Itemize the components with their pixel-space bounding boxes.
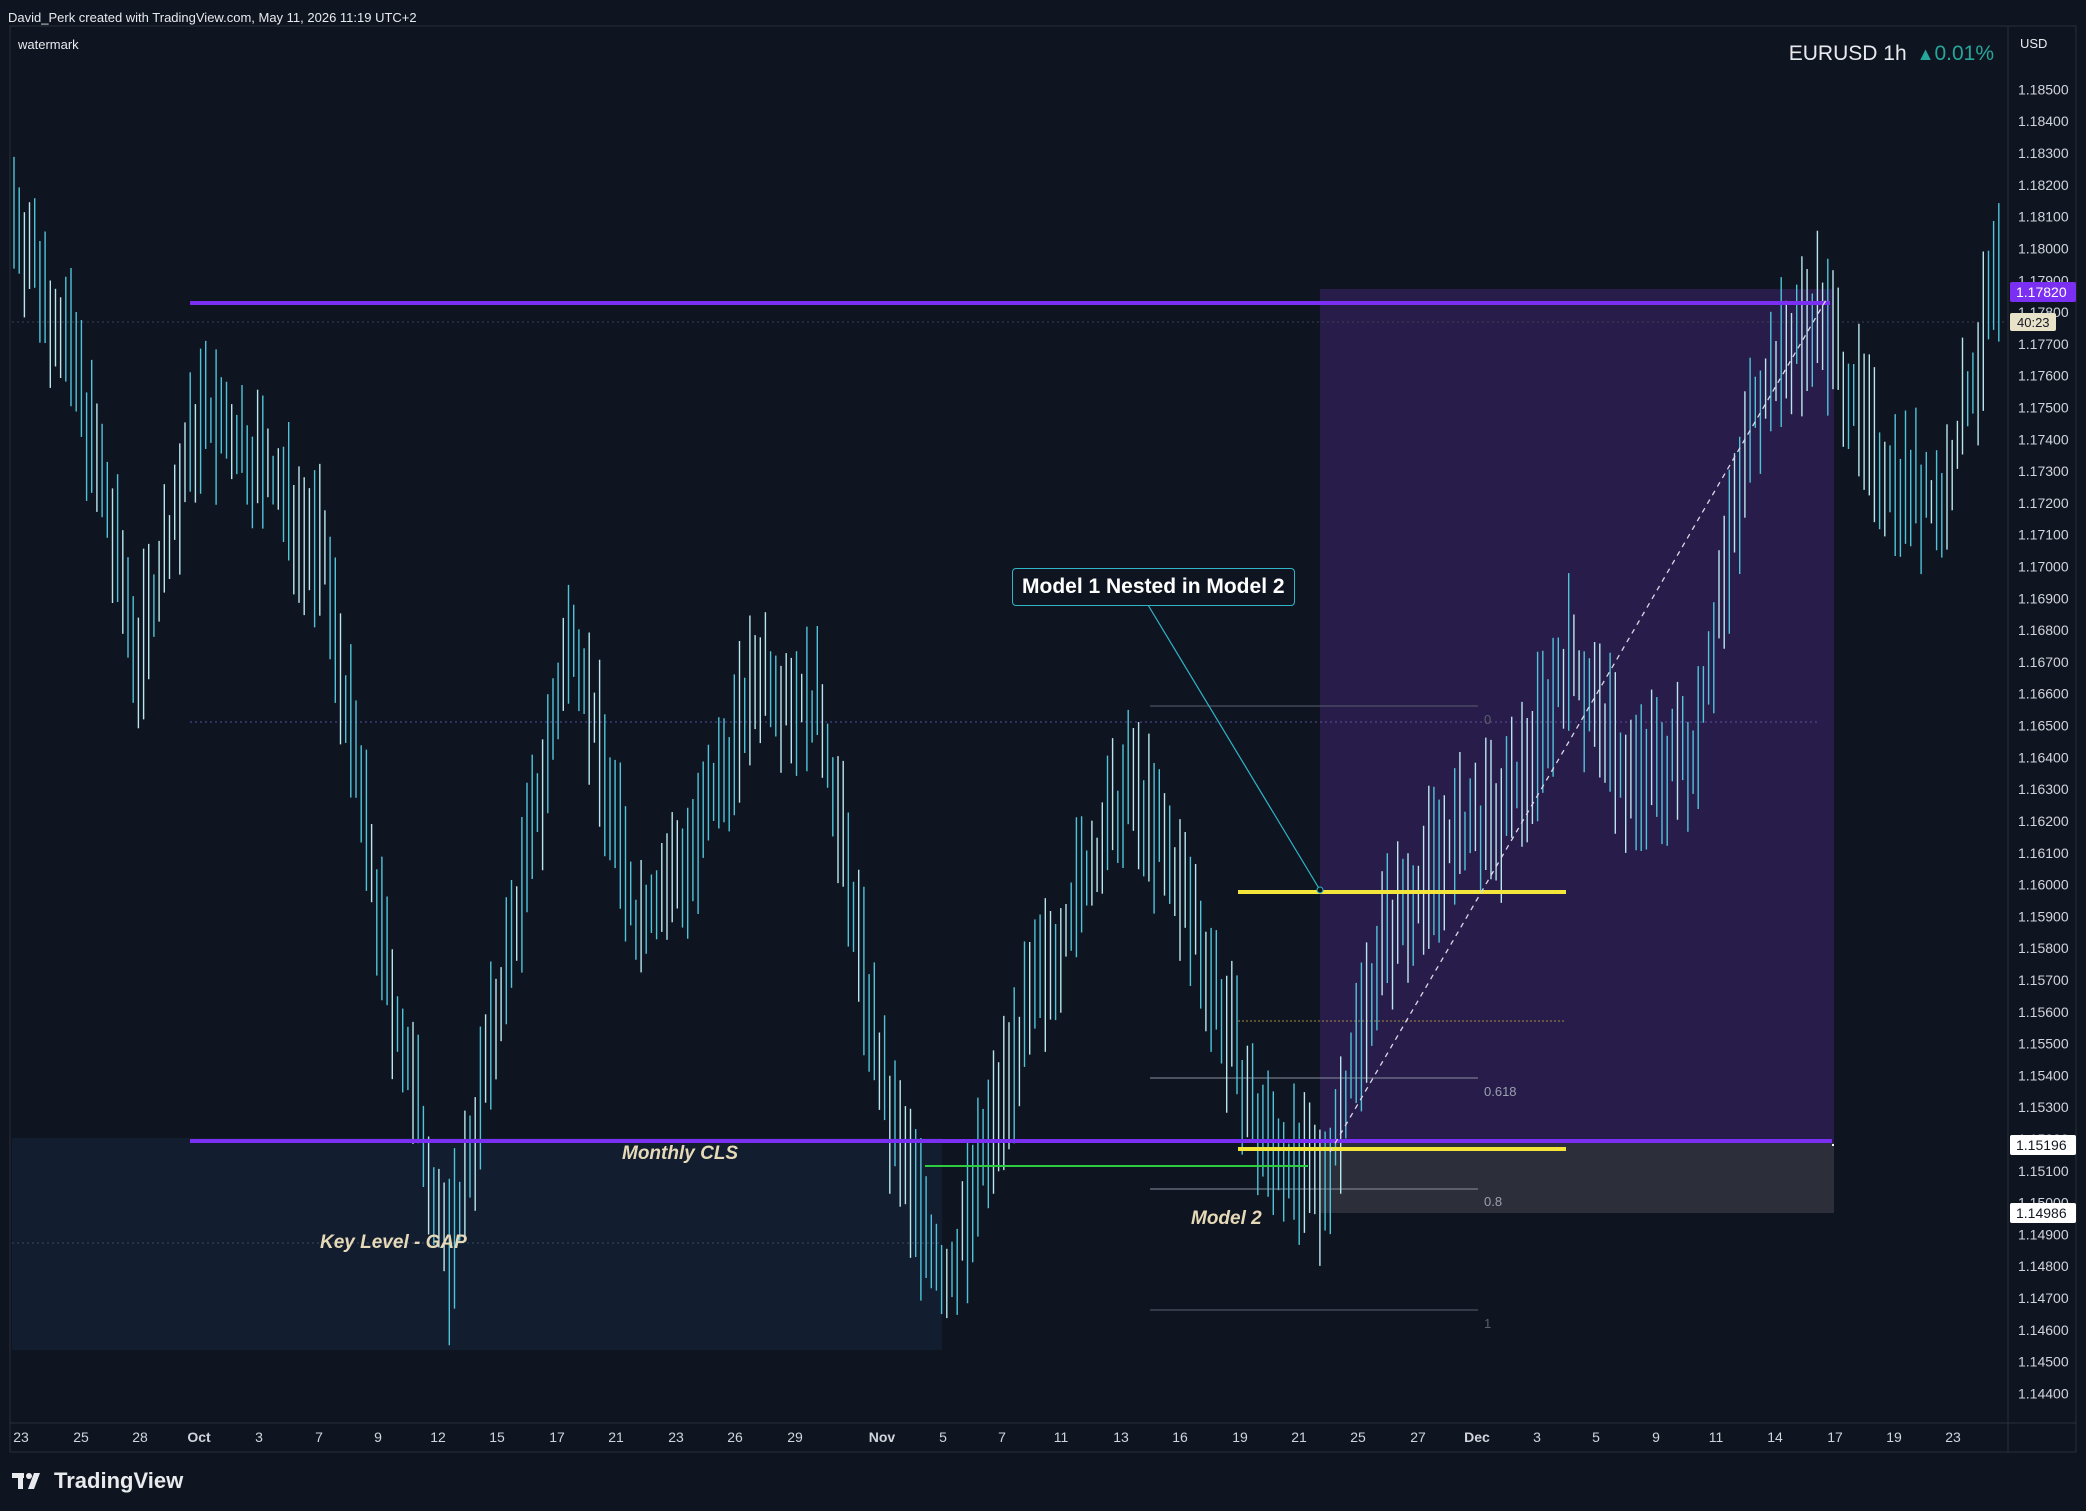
price-tick-label: 1.14700 xyxy=(2018,1290,2069,1306)
time-tick-label: 3 xyxy=(1533,1429,1541,1445)
price-tick-label: 1.17400 xyxy=(2018,431,2069,447)
price-tick-label: 1.17600 xyxy=(2018,368,2069,384)
time-tick-label: 5 xyxy=(1592,1429,1600,1445)
time-tick-label: 25 xyxy=(1350,1429,1366,1445)
time-tick-label: 11 xyxy=(1054,1429,1069,1445)
key-level-label: Key Level - GAP xyxy=(320,1232,467,1253)
price-tick-label: 1.18000 xyxy=(2018,240,2069,256)
price-tick-label: 1.15500 xyxy=(2018,1036,2069,1052)
price-tick-label: 1.16000 xyxy=(2018,877,2069,893)
tradingview-brand[interactable]: TradingView xyxy=(12,1466,183,1496)
time-tick-label: 7 xyxy=(315,1429,323,1445)
price-tick-label: 1.15100 xyxy=(2018,1163,2069,1179)
marker-lower-label: 1.14986 xyxy=(2016,1205,2067,1221)
time-tick-label: 26 xyxy=(727,1429,743,1445)
fib-label-1: 1 xyxy=(1484,1316,1491,1331)
time-tick-label: 29 xyxy=(787,1429,803,1445)
time-tick-label: 7 xyxy=(998,1429,1006,1445)
price-tick-label: 1.17700 xyxy=(2018,336,2069,352)
tradingview-brand-text: TradingView xyxy=(54,1468,184,1493)
price-tick-label: 1.16100 xyxy=(2018,845,2069,861)
time-tick-label: 25 xyxy=(73,1429,89,1445)
price-tick-label: 1.15300 xyxy=(2018,1099,2069,1115)
time-tick-label: 21 xyxy=(608,1429,624,1445)
price-tick-label: 1.17000 xyxy=(2018,559,2069,575)
price-tick-label: 1.16400 xyxy=(2018,749,2069,765)
price-tick-label: 1.16200 xyxy=(2018,813,2069,829)
price-tick-label: 1.15400 xyxy=(2018,1067,2069,1083)
up-triangle-icon: ▲ xyxy=(1916,44,1935,64)
time-tick-label: 21 xyxy=(1291,1429,1307,1445)
currency-label: USD xyxy=(2020,36,2047,51)
current-price-label: 1.17820 xyxy=(2016,284,2067,300)
price-tick-label: 1.16700 xyxy=(2018,654,2069,670)
price-tick-label: 1.16500 xyxy=(2018,718,2069,734)
time-tick-label: 17 xyxy=(549,1429,565,1445)
price-tick-label: 1.17200 xyxy=(2018,495,2069,511)
price-tick-label: 1.18200 xyxy=(2018,177,2069,193)
model2-label: Model 2 xyxy=(1191,1208,1262,1229)
price-tick-label: 1.14500 xyxy=(2018,1354,2069,1370)
price-tick-label: 1.15600 xyxy=(2018,1004,2069,1020)
symbol-change: ▲0.01% xyxy=(1917,42,1994,66)
price-tick-label: 1.14400 xyxy=(2018,1385,2069,1401)
time-tick-label: 23 xyxy=(668,1429,684,1445)
time-tick-label: 9 xyxy=(1652,1429,1660,1445)
price-tick-label: 1.16600 xyxy=(2018,686,2069,702)
time-tick-label: 12 xyxy=(430,1429,446,1445)
time-tick-label: 9 xyxy=(374,1429,382,1445)
fib-label-08: 0.8 xyxy=(1484,1194,1502,1209)
marker-upper-label: 1.15196 xyxy=(2016,1137,2067,1153)
long-position-stop-box xyxy=(1320,1142,1834,1213)
time-tick-label: 28 xyxy=(132,1429,148,1445)
time-tick-label: 16 xyxy=(1172,1429,1188,1445)
price-tick-label: 1.18500 xyxy=(2018,81,2069,97)
time-tick-label: Nov xyxy=(869,1429,896,1445)
price-tick-label: 1.17100 xyxy=(2018,527,2069,543)
time-tick-label: 23 xyxy=(13,1429,29,1445)
time-tick-label: 14 xyxy=(1767,1429,1783,1445)
long-position-target-box xyxy=(1320,289,1834,1142)
price-tick-label: 1.14600 xyxy=(2018,1322,2069,1338)
time-tick-label: 27 xyxy=(1410,1429,1426,1445)
time-tick-label: Dec xyxy=(1464,1429,1490,1445)
price-tick-label: 1.14800 xyxy=(2018,1258,2069,1274)
price-chart[interactable]: 0 0.618 0.8 1 1.18500 1.18400 1.18300 1.18200 1.… xyxy=(0,0,2086,1511)
time-tick-label: 11 xyxy=(1709,1429,1724,1445)
time-tick-label: 15 xyxy=(489,1429,505,1445)
price-tick-label: 1.18300 xyxy=(2018,145,2069,161)
price-tick-label: 1.16900 xyxy=(2018,590,2069,606)
price-tick-label: 1.16800 xyxy=(2018,622,2069,638)
callout-anchor-point xyxy=(1316,886,1324,894)
symbol-legend[interactable]: EURUSD 1h ▲0.01% xyxy=(1789,42,1994,66)
symbol-change-value: 0.01% xyxy=(1934,42,1994,65)
price-tick-label: 1.16300 xyxy=(2018,781,2069,797)
time-tick-label: 23 xyxy=(1945,1429,1961,1445)
price-tick-label: 1.18400 xyxy=(2018,113,2069,129)
time-tick-label: 19 xyxy=(1886,1429,1902,1445)
price-tick-label: 1.15700 xyxy=(2018,972,2069,988)
time-tick-label: 19 xyxy=(1232,1429,1248,1445)
symbol-name: EURUSD 1h xyxy=(1788,42,1907,65)
model-callout[interactable]: Model 1 Nested in Model 2 xyxy=(1012,568,1295,606)
time-tick-label: 17 xyxy=(1827,1429,1843,1445)
key-level-gap-zone xyxy=(12,1138,942,1350)
chart-frame: David_Perk created with TradingView.com,… xyxy=(0,0,2086,1511)
countdown-label: 40:23 xyxy=(2017,315,2050,330)
time-tick-label: 5 xyxy=(939,1429,947,1445)
time-tick-label: 3 xyxy=(255,1429,263,1445)
time-tick-label: 13 xyxy=(1113,1429,1129,1445)
monthly-cls-label: Monthly CLS xyxy=(622,1143,739,1164)
fib-label-0618: 0.618 xyxy=(1484,1084,1517,1099)
price-tick-label: 1.14900 xyxy=(2018,1226,2069,1242)
price-tick-label: 1.17300 xyxy=(2018,463,2069,479)
tradingview-logo-icon xyxy=(12,1473,40,1489)
price-tick-label: 1.15900 xyxy=(2018,908,2069,924)
fib-label-0: 0 xyxy=(1484,712,1491,727)
price-tick-label: 1.15800 xyxy=(2018,940,2069,956)
watermark-label: watermark xyxy=(18,37,79,52)
price-tick-label: 1.17500 xyxy=(2018,399,2069,415)
time-tick-label: Oct xyxy=(187,1429,211,1445)
price-tick-label: 1.18100 xyxy=(2018,209,2069,225)
